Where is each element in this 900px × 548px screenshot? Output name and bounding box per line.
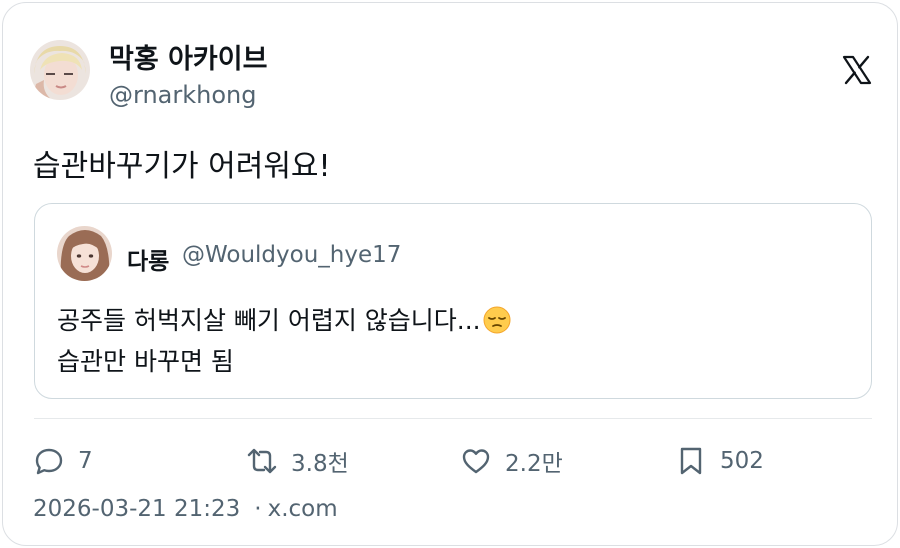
reply-count: 7 xyxy=(78,448,93,474)
meta-separator: · xyxy=(254,496,262,522)
timestamp[interactable]: 2026-03-21 21:23 xyxy=(33,496,240,522)
tweet-text: 습관바꾸기가 어려워요! xyxy=(33,149,331,184)
quoted-text-line1: 공주들 허벅지살 빼기 어렵지 않습니다... xyxy=(57,300,513,341)
repost-count: 3.8천 xyxy=(291,451,349,477)
bookmark-button[interactable]: 502 xyxy=(675,443,764,479)
quoted-handle: @Wouldyou_hye17 xyxy=(182,242,402,268)
tweet-meta: 2026-03-21 21:23 · x.com xyxy=(33,496,338,522)
source-link[interactable]: x.com xyxy=(268,496,338,522)
quoted-display-name: 다롱 xyxy=(127,249,170,275)
quoted-tweet[interactable]: 다롱 @Wouldyou_hye17 공주들 허벅지살 빼기 어렵지 않습니다.… xyxy=(34,203,872,399)
x-logo-icon[interactable] xyxy=(841,54,873,86)
quoted-text-line2: 습관만 바꾸면 됨 xyxy=(57,347,234,376)
reply-button[interactable]: 7 xyxy=(33,443,93,479)
quoted-text: 공주들 허벅지살 빼기 어렵지 않습니다... 습관만 바꾸면 됨 xyxy=(57,300,513,382)
quoted-text-line1-content: 공주들 허벅지살 빼기 어렵지 않습니다... xyxy=(57,306,481,335)
like-icon xyxy=(462,449,490,474)
bookmark-count: 502 xyxy=(720,448,764,474)
bookmark-icon xyxy=(680,447,702,475)
repost-icon xyxy=(247,448,277,474)
reply-icon xyxy=(35,448,63,475)
tweet-card: 막홍 아카이브 @rnarkhong 습관바꾸기가 어려워요! 다롱 @Woul… xyxy=(2,2,898,546)
author-avatar[interactable] xyxy=(30,40,90,100)
author-handle[interactable]: @rnarkhong xyxy=(109,81,256,109)
divider xyxy=(34,418,872,419)
like-button[interactable]: 2.2만 xyxy=(460,443,563,479)
author-display-name[interactable]: 막홍 아카이브 xyxy=(109,37,267,76)
quoted-author-avatar[interactable] xyxy=(57,226,112,281)
like-count: 2.2만 xyxy=(505,451,563,477)
pensive-face-emoji-icon xyxy=(481,303,513,335)
repost-button[interactable]: 3.8천 xyxy=(246,443,349,479)
